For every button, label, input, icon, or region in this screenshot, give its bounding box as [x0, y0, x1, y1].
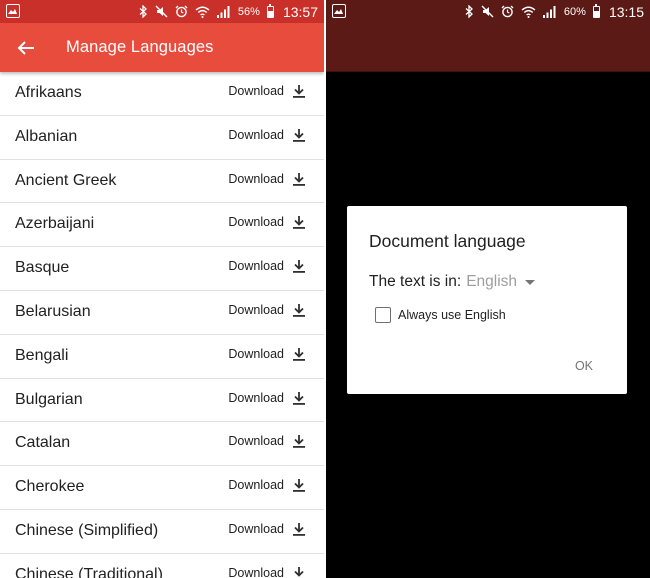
language-name: Catalan: [15, 434, 71, 452]
language-name: Ancient Greek: [15, 171, 117, 189]
gallery-notification-icon: [6, 4, 20, 18]
always-use-checkbox[interactable]: [375, 307, 391, 323]
download-label: Download: [228, 434, 284, 449]
download-label: Download: [228, 346, 284, 361]
document-language-dialog: Document language The text is in: Englis…: [347, 206, 627, 394]
download-label: Download: [228, 171, 284, 186]
signal-icon: [216, 5, 230, 18]
download-icon: [293, 566, 305, 578]
battery-percent: 56%: [237, 5, 260, 18]
bluetooth-icon: [465, 5, 473, 18]
language-row: Basque Download: [0, 247, 324, 291]
text-language-row: The text is in: English: [369, 273, 536, 291]
language-row: Azerbaijani Download: [0, 203, 324, 248]
download-icon: [293, 128, 305, 142]
language-row: Bulgarian Download: [0, 379, 324, 423]
always-use-checkbox-row[interactable]: Always use English: [375, 307, 506, 323]
language-name: Chinese (Traditional): [15, 565, 163, 578]
language-row: Albanian Download: [0, 116, 324, 160]
battery-percent: 60%: [563, 5, 586, 18]
status-bar: 56% 13:57: [0, 0, 324, 23]
ok-button[interactable]: OK: [575, 359, 593, 373]
status-time: 13:15: [608, 3, 644, 20]
signal-icon: [542, 5, 556, 18]
download-icon: [293, 260, 305, 273]
download-button[interactable]: Download: [228, 434, 306, 448]
language-name: Bulgarian: [15, 390, 83, 408]
language-name: Cherokee: [15, 478, 85, 496]
language-row: Chinese (Traditional) Download: [0, 554, 324, 578]
download-label: Download: [228, 390, 284, 405]
back-button[interactable]: [14, 36, 38, 60]
download-icon: [293, 391, 305, 405]
battery-icon: [592, 3, 600, 18]
status-bar: 60% 13:15: [326, 0, 650, 23]
dialog-title: Document language: [369, 231, 526, 251]
download-icon: [293, 85, 305, 98]
manage-languages-screen: 56% 13:57 Manage Languages Afrikaans Down…: [0, 0, 324, 578]
download-label: Download: [228, 521, 284, 536]
download-button[interactable]: Download: [228, 566, 306, 578]
download-icon: [293, 347, 305, 361]
bluetooth-icon: [139, 5, 147, 18]
download-button[interactable]: Download: [228, 391, 306, 405]
download-icon: [293, 479, 305, 492]
language-list: Afrikaans Download Albanian Download Ancient…: [0, 72, 324, 578]
download-icon: [293, 522, 305, 536]
mute-icon: [481, 5, 494, 18]
download-label: Download: [228, 127, 284, 142]
text-is-in-label: The text is in:: [369, 273, 462, 290]
language-row: Belarusian Download: [0, 291, 324, 335]
download-button[interactable]: Download: [228, 303, 306, 317]
download-button[interactable]: Download: [228, 347, 306, 361]
language-row: Afrikaans Download: [0, 72, 324, 116]
download-label: Download: [228, 259, 284, 274]
language-name: Chinese (Simplified): [15, 521, 159, 539]
language-row: Chinese (Simplified) Download: [0, 510, 324, 554]
language-row: Catalan Download: [0, 422, 324, 467]
language-name: Afrikaans: [15, 84, 82, 101]
wifi-icon: [195, 6, 210, 18]
language-name: Basque: [15, 259, 70, 277]
download-icon: [293, 216, 305, 230]
download-button[interactable]: Download: [228, 522, 306, 536]
page-title: Manage Languages: [66, 38, 214, 56]
download-button[interactable]: Download: [228, 84, 306, 98]
selected-language: English: [466, 273, 518, 290]
dropdown-arrow-icon: [525, 279, 536, 285]
download-label: Download: [228, 84, 284, 98]
download-label: Download: [228, 478, 284, 493]
language-name: Belarusian: [15, 302, 91, 320]
download-icon: [293, 303, 305, 317]
battery-icon: [266, 3, 274, 18]
always-use-label: Always use English: [398, 308, 506, 322]
language-dropdown[interactable]: English: [466, 273, 536, 291]
download-button[interactable]: Download: [228, 128, 306, 142]
download-label: Download: [228, 302, 284, 317]
language-name: Albanian: [15, 127, 78, 145]
language-name: Azerbaijani: [15, 215, 95, 233]
download-label: Download: [228, 215, 284, 230]
gallery-notification-icon: [332, 4, 346, 18]
document-language-screen: 60% 13:15 Document language The text is …: [326, 0, 650, 578]
app-bar-dimmed: [326, 23, 650, 72]
arrow-back-icon: [17, 41, 34, 55]
download-button[interactable]: Download: [228, 172, 306, 186]
download-label: Download: [228, 565, 284, 578]
alarm-icon: [501, 5, 514, 18]
mute-icon: [155, 5, 168, 18]
alarm-icon: [175, 5, 188, 18]
language-row: Cherokee Download: [0, 466, 324, 510]
app-bar: Manage Languages: [0, 23, 324, 72]
language-name: Bengali: [15, 346, 69, 364]
wifi-icon: [521, 6, 536, 18]
download-button[interactable]: Download: [228, 259, 306, 273]
download-button[interactable]: Download: [228, 478, 306, 492]
download-icon: [293, 435, 305, 449]
language-row: Ancient Greek Download: [0, 160, 324, 204]
status-time: 13:57: [282, 3, 318, 20]
download-button[interactable]: Download: [228, 215, 306, 229]
download-icon: [293, 172, 305, 186]
language-row: Bengali Download: [0, 335, 324, 379]
